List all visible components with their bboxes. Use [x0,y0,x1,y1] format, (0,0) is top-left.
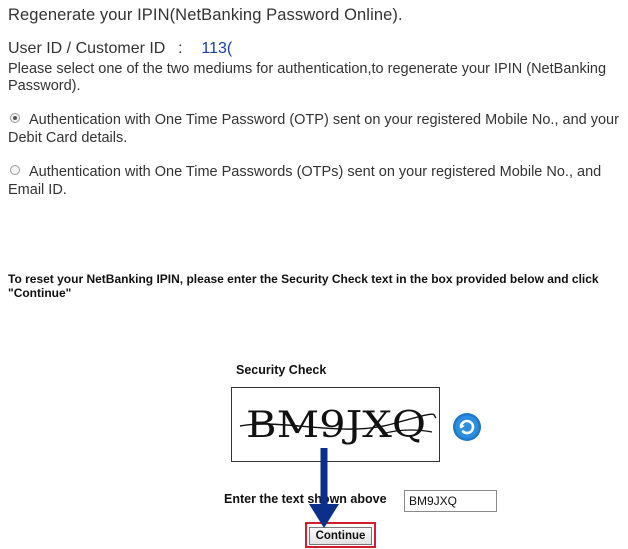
radio-otp-debit-card[interactable] [10,113,20,123]
instructions-text: Please select one of the two mediums for… [8,61,607,94]
auth-option-otp-email[interactable]: Authentication with One Time Passwords (… [8,163,620,199]
captcha-input[interactable] [404,490,497,512]
captcha-image: BM9JXQ [231,387,440,462]
user-id-value: 113( [201,40,233,57]
user-id-row: User ID / Customer ID: 113( [8,40,232,58]
radio-otp-email[interactable] [10,165,20,175]
user-id-label: User ID / Customer ID [8,40,166,57]
auth-option-otp-debit-card[interactable]: Authentication with One Time Password (O… [8,111,620,147]
auth-option-label: Authentication with One Time Passwords (… [8,164,602,198]
page-title: Regenerate your IPIN(NetBanking Password… [8,6,403,24]
auth-option-label: Authentication with One Time Password (O… [8,112,619,146]
continue-highlight: Continue [305,522,376,548]
captcha-text: BM9JXQ [246,405,426,446]
captcha-input-label: Enter the text shown above [224,492,387,506]
user-id-separator: : [178,40,183,57]
security-check-label: Security Check [236,363,327,377]
refresh-icon[interactable] [452,412,482,442]
continue-button[interactable]: Continue [309,527,372,545]
reset-instructions: To reset your NetBanking IPIN, please en… [8,272,599,300]
